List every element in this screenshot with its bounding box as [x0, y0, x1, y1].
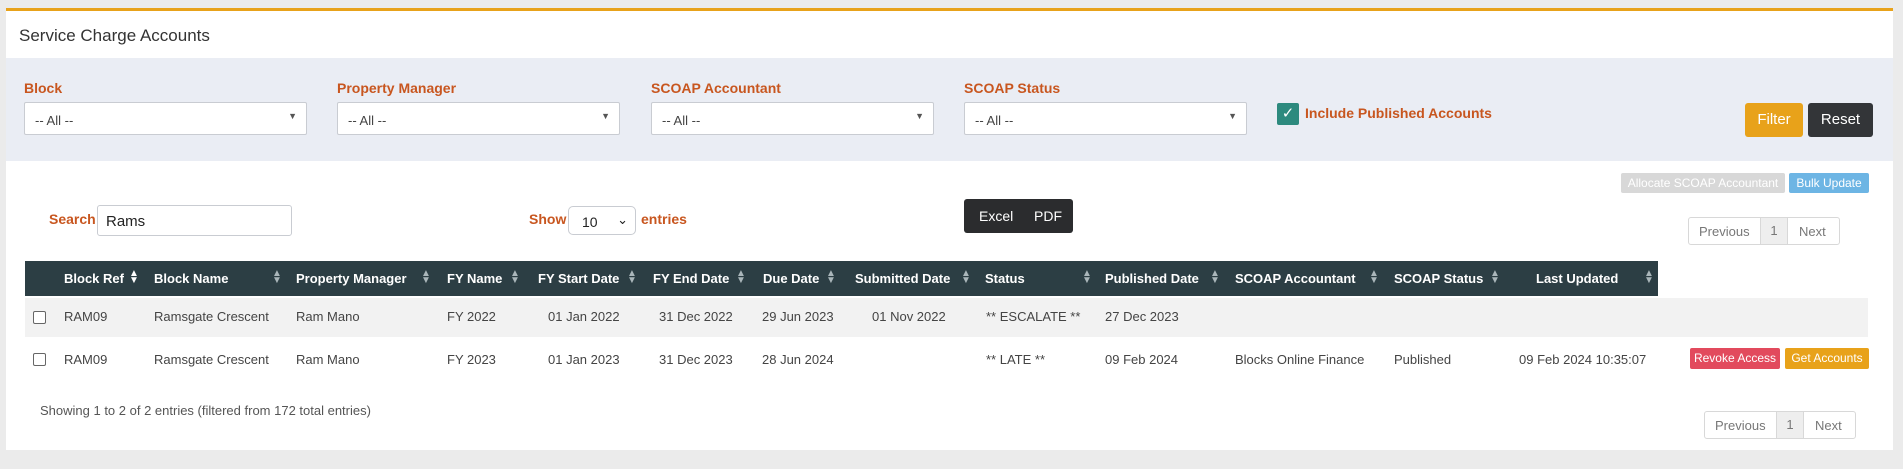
cell-block-name: Ramsgate Crescent: [154, 309, 269, 324]
filter-button[interactable]: Filter: [1745, 103, 1803, 137]
column-header-scoap-accountant[interactable]: SCOAP Accountant: [1235, 271, 1356, 286]
cell-due-date: 29 Jun 2023: [762, 309, 834, 324]
block-select-value: -- All --: [35, 113, 74, 128]
export-button-group: Excel PDF: [964, 199, 1073, 233]
column-header-fy-end-date[interactable]: FY End Date: [653, 271, 729, 286]
scoap-status-select-value: -- All --: [975, 113, 1014, 128]
cell-scoap-status: Published: [1394, 352, 1452, 367]
chevron-down-icon: ⌄: [617, 212, 628, 227]
next-page-button[interactable]: Next: [1815, 418, 1842, 433]
column-header-due-date[interactable]: Due Date: [763, 271, 819, 286]
previous-page-button[interactable]: Previous: [1699, 224, 1750, 239]
revoke-access-button[interactable]: Revoke Access: [1690, 348, 1780, 369]
cell-submitted-date: 01 Nov 2022: [872, 309, 946, 324]
block-select[interactable]: -- All -- ▼: [24, 102, 307, 135]
scoap-accountant-select[interactable]: -- All -- ▼: [651, 102, 934, 135]
caret-down-icon: ▼: [288, 111, 297, 121]
cell-block-ref: RAM09: [64, 309, 108, 324]
show-label: Show: [529, 211, 567, 227]
check-icon: ✓: [1281, 105, 1295, 122]
column-header-fy-name[interactable]: FY Name: [447, 271, 502, 286]
column-header-block-name[interactable]: Block Name: [154, 271, 228, 286]
allocate-scoap-accountant-button[interactable]: Allocate SCOAP Accountant: [1621, 173, 1785, 193]
sort-icon: ▲ ▼: [510, 268, 520, 286]
page-size-value: 10: [582, 214, 598, 230]
property-manager-select[interactable]: -- All -- ▼: [337, 102, 620, 135]
scoap-accountant-select-value: -- All --: [662, 113, 701, 128]
excel-export-button[interactable]: Excel: [979, 208, 1013, 224]
pagination-bottom: Previous 1 Next: [1704, 411, 1856, 439]
previous-page-button[interactable]: Previous: [1715, 418, 1766, 433]
table-info: Showing 1 to 2 of 2 entries (filtered fr…: [40, 403, 371, 418]
filter-area: Block -- All -- ▼ Property Manager -- Al…: [6, 58, 1893, 161]
cell-fy-name: FY 2022: [447, 309, 496, 324]
bulk-update-button[interactable]: Bulk Update: [1789, 173, 1869, 193]
row-checkbox[interactable]: [33, 353, 46, 366]
cell-fy-name: FY 2023: [447, 352, 496, 367]
reset-button[interactable]: Reset: [1808, 103, 1873, 137]
scoap-status-select[interactable]: -- All -- ▼: [964, 102, 1247, 135]
cell-status: ** ESCALATE **: [986, 309, 1081, 324]
include-published-label: Include Published Accounts: [1305, 105, 1492, 121]
cell-published-date: 27 Dec 2023: [1105, 309, 1179, 324]
cell-property-manager: Ram Mano: [296, 309, 360, 324]
entries-label: entries: [641, 211, 687, 227]
cell-block-name: Ramsgate Crescent: [154, 352, 269, 367]
search-input[interactable]: Rams: [97, 205, 292, 236]
cell-last-updated: 09 Feb 2024 10:35:07: [1519, 352, 1647, 367]
sort-icon: ▲ ▼: [129, 268, 139, 286]
get-accounts-button[interactable]: Get Accounts: [1785, 348, 1869, 369]
caret-down-icon: ▼: [601, 111, 610, 121]
cell-published-date: 09 Feb 2024: [1105, 352, 1179, 367]
page-number-button[interactable]: 1: [1776, 412, 1804, 438]
page-title: Service Charge Accounts: [19, 26, 210, 45]
sort-icon: ▲ ▼: [421, 268, 431, 286]
sort-icon: ▲ ▼: [272, 268, 282, 286]
table-row: RAM09 Ramsgate Crescent Ram Mano FY 2022…: [25, 298, 1868, 337]
column-header-property-manager[interactable]: Property Manager: [296, 271, 407, 286]
column-header-last-updated[interactable]: Last Updated: [1536, 271, 1618, 286]
next-page-button[interactable]: Next: [1799, 224, 1826, 239]
column-header-submitted-date[interactable]: Submitted Date: [855, 271, 950, 286]
cell-due-date: 28 Jun 2024: [762, 352, 834, 367]
column-header-status[interactable]: Status: [985, 271, 1025, 286]
cell-fy-start-date: 01 Jan 2022: [548, 309, 620, 324]
column-header-fy-start-date[interactable]: FY Start Date: [538, 271, 619, 286]
block-filter-label: Block: [24, 80, 63, 96]
cell-fy-end-date: 31 Dec 2023: [659, 352, 733, 367]
include-published-checkbox[interactable]: ✓: [1277, 103, 1299, 125]
sort-icon: ▲ ▼: [1644, 268, 1654, 286]
page-size-select[interactable]: 10 ⌄: [568, 206, 636, 235]
sort-icon: ▲ ▼: [1369, 268, 1379, 286]
table-row: RAM09 Ramsgate Crescent Ram Mano FY 2023…: [25, 341, 1869, 380]
caret-down-icon: ▼: [915, 111, 924, 121]
cell-fy-end-date: 31 Dec 2022: [659, 309, 733, 324]
search-label: Search:: [49, 211, 101, 227]
scoap-status-filter-label: SCOAP Status: [964, 80, 1061, 96]
scoap-accountant-filter-label: SCOAP Accountant: [651, 80, 781, 96]
column-header-published-date[interactable]: Published Date: [1105, 271, 1199, 286]
property-manager-filter-label: Property Manager: [337, 80, 457, 96]
sort-icon: ▲ ▼: [736, 268, 746, 286]
column-header-scoap-status[interactable]: SCOAP Status: [1394, 271, 1483, 286]
caret-down-icon: ▼: [1228, 111, 1237, 121]
sort-icon: ▲ ▼: [1210, 268, 1220, 286]
sort-icon: ▲ ▼: [1082, 268, 1092, 286]
sort-icon: ▲ ▼: [627, 268, 637, 286]
property-manager-select-value: -- All --: [348, 113, 387, 128]
sort-icon: ▲ ▼: [826, 268, 836, 286]
cell-scoap-accountant: Blocks Online Finance: [1235, 352, 1365, 367]
pdf-export-button[interactable]: PDF: [1034, 208, 1062, 224]
column-header-block-ref[interactable]: Block Ref: [64, 271, 124, 286]
cell-status: ** LATE **: [986, 352, 1046, 367]
page-number-button[interactable]: 1: [1760, 218, 1788, 244]
sort-icon: ▲ ▼: [961, 268, 971, 286]
sort-icon: ▲ ▼: [1490, 268, 1500, 286]
cell-fy-start-date: 01 Jan 2023: [548, 352, 620, 367]
cell-block-ref: RAM09: [64, 352, 108, 367]
table-header: Block Ref ▲ ▼ Block Name ▲ ▼ Property Mana…: [25, 261, 1658, 296]
cell-property-manager: Ram Mano: [296, 352, 360, 367]
pagination-top: Previous 1 Next: [1688, 217, 1840, 245]
row-checkbox[interactable]: [33, 311, 46, 324]
